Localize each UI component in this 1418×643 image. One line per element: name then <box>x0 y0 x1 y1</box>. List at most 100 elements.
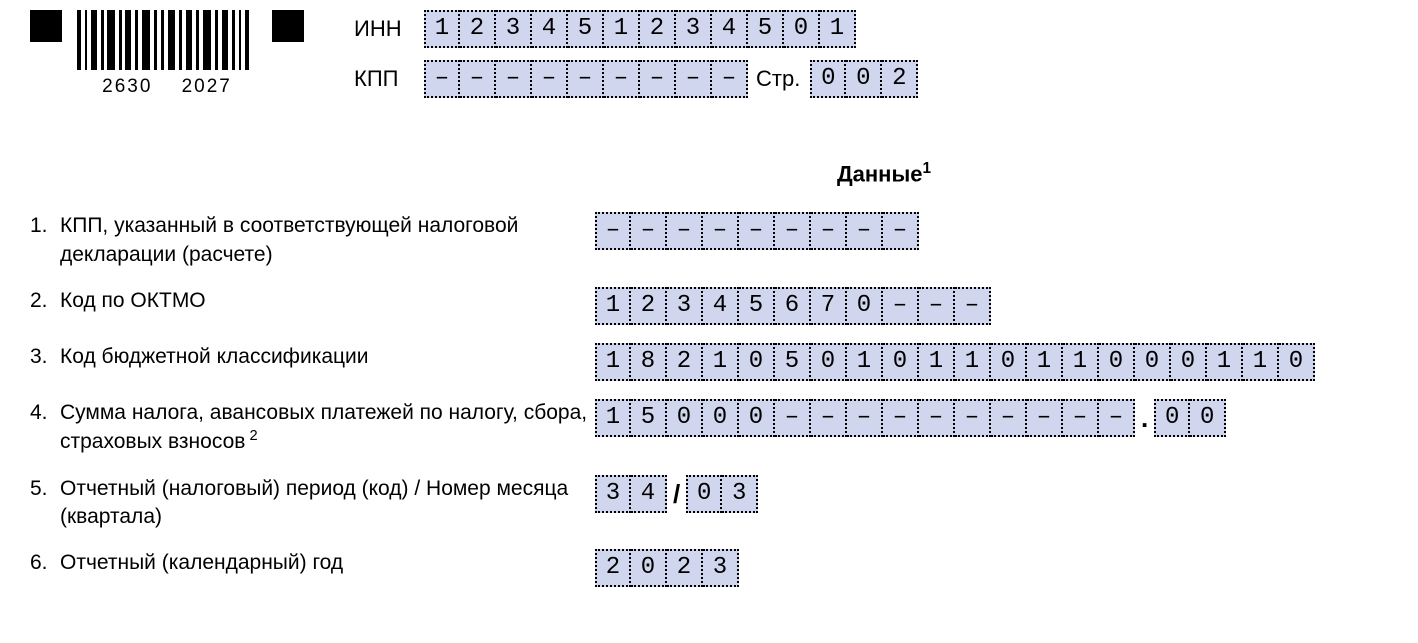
kpp-cells: ––––––––– <box>424 60 748 98</box>
char-cell: 1 <box>955 343 991 381</box>
row-text: Сумма налога, авансовых платежей по нало… <box>60 399 595 457</box>
char-cell: 0 <box>1135 343 1171 381</box>
char-cell: 0 <box>1154 399 1190 437</box>
char-cell: 0 <box>991 343 1027 381</box>
char-cell: – <box>640 60 676 98</box>
char-cell: 4 <box>631 475 667 513</box>
char-cell: 0 <box>667 399 703 437</box>
row-label: 4.Сумма налога, авансовых платежей по на… <box>30 399 595 457</box>
char-cell: 1 <box>595 399 631 437</box>
char-cell: 1 <box>595 343 631 381</box>
char-cell: – <box>676 60 712 98</box>
char-cell: 7 <box>811 287 847 325</box>
char-cell: – <box>595 212 631 250</box>
row-text: Код бюджетной классификации <box>60 343 369 371</box>
row-number: 1. <box>30 212 60 240</box>
char-cell: 2 <box>667 343 703 381</box>
data-row: 5.Отчетный (налоговый) период (код) / Но… <box>30 475 1388 532</box>
row-text: Отчетный (календарный) год <box>60 549 343 577</box>
data-row: 2.Код по ОКТМО12345670––– <box>30 287 1388 325</box>
char-cell: – <box>955 287 991 325</box>
char-cell: 2 <box>667 549 703 587</box>
char-cell: 2 <box>595 549 631 587</box>
row-value: 34/03 <box>595 475 758 513</box>
char-cell: – <box>883 399 919 437</box>
inn-cells: 123451234501 <box>424 10 856 48</box>
data-row: 1.КПП, указанный в соответствующей налог… <box>30 212 1388 269</box>
char-cell: 5 <box>739 287 775 325</box>
separator: . <box>1135 399 1154 437</box>
barcode-num-right: 2027 <box>182 76 232 97</box>
char-cell: – <box>847 399 883 437</box>
char-cell: 2 <box>882 60 918 98</box>
char-cell: – <box>703 212 739 250</box>
char-cell: – <box>883 212 919 250</box>
char-cell: – <box>775 212 811 250</box>
kpp-label: КПП <box>354 66 424 92</box>
char-cell: 0 <box>784 10 820 48</box>
form-header: 2630 2027 ИНН 123451234501 КПП –––––––––… <box>30 10 1388 110</box>
row-value: 15000––––––––––.00 <box>595 399 1226 437</box>
char-cell: 0 <box>686 475 722 513</box>
char-cell: 0 <box>703 399 739 437</box>
row-sup: 2 <box>245 428 257 444</box>
barcode-num-left: 2630 <box>102 76 152 97</box>
char-cell: 0 <box>1171 343 1207 381</box>
char-cell: 3 <box>595 475 631 513</box>
char-cell: – <box>883 287 919 325</box>
char-cell: 5 <box>748 10 784 48</box>
data-row: 6.Отчетный (календарный) год2023 <box>30 549 1388 587</box>
barcode-numbers: 2630 2027 <box>77 76 257 98</box>
char-cell: – <box>1063 399 1099 437</box>
char-cell: – <box>496 60 532 98</box>
char-cell: 2 <box>631 287 667 325</box>
char-cell: 8 <box>631 343 667 381</box>
row-number: 2. <box>30 287 60 315</box>
char-cell: – <box>424 60 460 98</box>
char-cell: 3 <box>496 10 532 48</box>
row-label: 1.КПП, указанный в соответствующей налог… <box>30 212 595 269</box>
alignment-square-right <box>272 10 304 42</box>
char-cell: – <box>811 212 847 250</box>
char-cell: – <box>667 212 703 250</box>
row-value: ––––––––– <box>595 212 919 250</box>
section-title: Данные1 <box>380 160 1388 187</box>
char-cell: 1 <box>1063 343 1099 381</box>
char-cell: 1 <box>424 10 460 48</box>
char-cell: 0 <box>883 343 919 381</box>
char-cell: – <box>775 399 811 437</box>
char-cell: – <box>460 60 496 98</box>
char-cell: 1 <box>1207 343 1243 381</box>
char-cell: 0 <box>631 549 667 587</box>
char-cell: – <box>712 60 748 98</box>
char-cell: 0 <box>739 343 775 381</box>
inn-label: ИНН <box>354 16 424 42</box>
data-table: 1.КПП, указанный в соответствующей налог… <box>30 212 1388 587</box>
char-cell: – <box>811 399 847 437</box>
barcode-block: 2630 2027 <box>30 10 304 98</box>
char-cell: 6 <box>775 287 811 325</box>
char-cell: – <box>532 60 568 98</box>
char-cell: 3 <box>676 10 712 48</box>
char-cell: 0 <box>1099 343 1135 381</box>
char-cell: – <box>1027 399 1063 437</box>
char-cell: – <box>991 399 1027 437</box>
row-number: 5. <box>30 475 60 503</box>
section-title-text: Данные <box>837 161 923 186</box>
separator: / <box>667 475 686 513</box>
section-title-sup: 1 <box>922 160 931 177</box>
char-cell: 3 <box>722 475 758 513</box>
char-cell: 0 <box>811 343 847 381</box>
char-cell: 5 <box>775 343 811 381</box>
char-cell: 0 <box>810 60 846 98</box>
char-cell: – <box>568 60 604 98</box>
char-cell: 4 <box>712 10 748 48</box>
char-cell: – <box>919 287 955 325</box>
char-cell: 1 <box>1243 343 1279 381</box>
row-text: КПП, указанный в соответствующей налогов… <box>60 212 595 269</box>
char-cell: 3 <box>703 549 739 587</box>
char-cell: 4 <box>703 287 739 325</box>
row-value: 2023 <box>595 549 739 587</box>
row-value: 12345670––– <box>595 287 991 325</box>
char-cell: 1 <box>604 10 640 48</box>
